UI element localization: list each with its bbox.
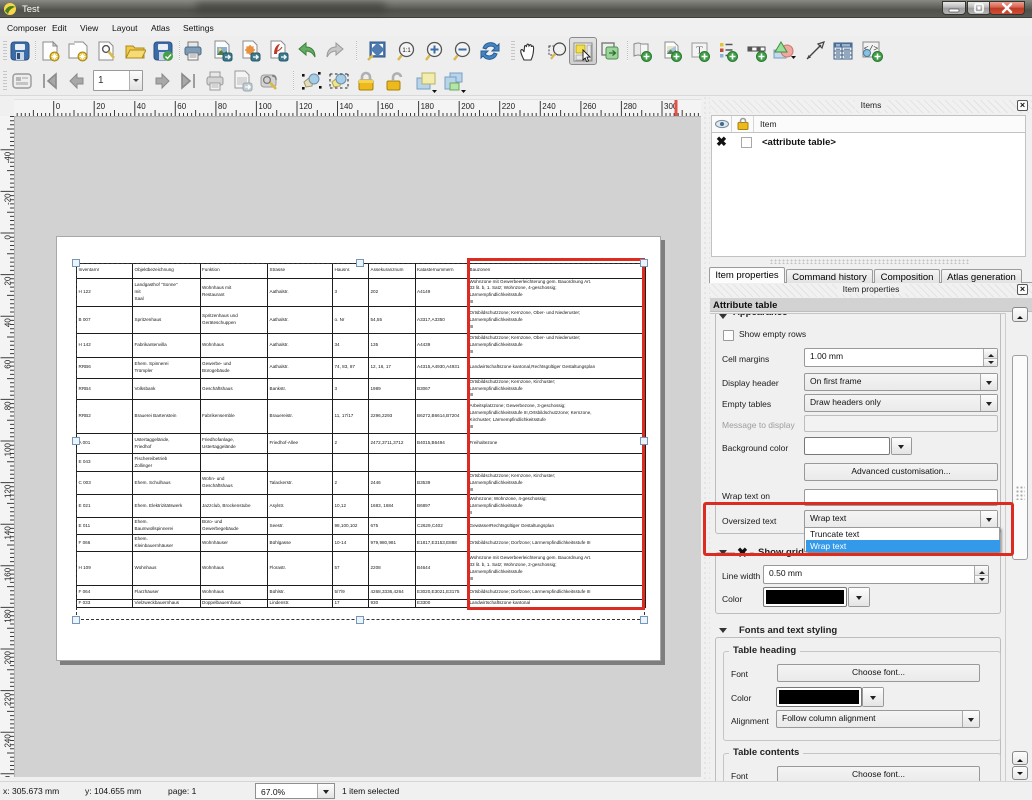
svg-text:260: 260 — [583, 102, 597, 111]
svg-text:-40: -40 — [4, 151, 13, 163]
svg-text:20: 20 — [4, 276, 13, 285]
svg-text:260: 260 — [4, 775, 13, 777]
svg-text:120: 120 — [299, 102, 313, 111]
svg-text:140: 140 — [340, 102, 354, 111]
svg-text:160: 160 — [4, 567, 13, 581]
svg-text:180: 180 — [421, 102, 435, 111]
svg-text:160: 160 — [380, 102, 394, 111]
svg-text:200: 200 — [461, 102, 475, 111]
svg-text:-20: -20 — [4, 193, 13, 205]
svg-text:60: 60 — [4, 359, 13, 368]
svg-text:180: 180 — [4, 609, 13, 623]
svg-text:240: 240 — [542, 102, 556, 111]
svg-text:20: 20 — [96, 102, 105, 111]
svg-text:80: 80 — [4, 401, 13, 410]
svg-text:1:1: 1:1 — [402, 48, 411, 54]
svg-text:40: 40 — [4, 318, 13, 327]
svg-text:120: 120 — [4, 484, 13, 498]
svg-text:80: 80 — [218, 102, 227, 111]
svg-text:100: 100 — [258, 102, 272, 111]
svg-text:60: 60 — [177, 102, 186, 111]
svg-text:200: 200 — [4, 650, 13, 664]
svg-text:140: 140 — [4, 526, 13, 540]
svg-text:0: 0 — [56, 102, 61, 111]
svg-text:280: 280 — [623, 102, 637, 111]
svg-text:240: 240 — [4, 734, 13, 748]
svg-text:220: 220 — [502, 102, 516, 111]
svg-text:40: 40 — [137, 102, 146, 111]
svg-text:220: 220 — [4, 692, 13, 706]
svg-text:100: 100 — [4, 442, 13, 456]
svg-text:0: 0 — [4, 234, 13, 239]
